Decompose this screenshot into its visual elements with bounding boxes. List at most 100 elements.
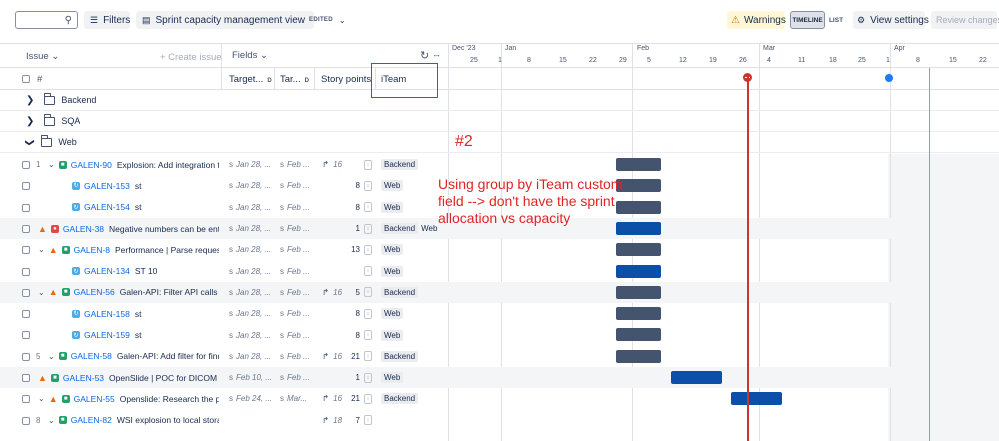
target-start-value[interactable]: s Jan 28, ... (229, 282, 271, 303)
target-start-value[interactable]: s Jan 28, ... (229, 261, 271, 282)
iteam-cell[interactable]: Web (381, 261, 447, 282)
iteam-cell[interactable]: Web (381, 239, 447, 260)
row-checkbox[interactable] (22, 416, 30, 425)
target-start-value[interactable]: s Jan 28, ... (229, 346, 271, 367)
group-row-backend[interactable]: ❯ Backend (0, 90, 999, 112)
target-start-value[interactable]: s Feb 10, ... (229, 367, 271, 388)
chevron-down-icon[interactable]: ⌄ (38, 245, 45, 254)
issue-summary[interactable]: ST 10 (135, 266, 158, 276)
list-toggle[interactable]: LIST (825, 11, 847, 29)
issue-key[interactable]: GALEN-8 (74, 245, 110, 255)
table-row[interactable]: ⌄▲■ GALEN-56 Galen-API: Filter API calls b… (0, 281, 999, 304)
row-checkbox[interactable] (22, 331, 30, 340)
table-row[interactable]: ⌄▲■ GALEN-8 Performance | Parse requests .… (0, 239, 999, 260)
story-points-value[interactable]: 21 (351, 394, 360, 403)
target-end-value[interactable]: s Feb ... (280, 261, 312, 282)
issue-summary[interactable]: Galen-API: Filter API calls bas... (120, 287, 219, 297)
target-end-value[interactable]: s Feb ... (280, 239, 312, 260)
story-points-value[interactable]: 21 (351, 352, 360, 361)
table-row[interactable]: ↻ GALEN-158 st s Jan 28, ... s Feb ... 8 ↕ Web (0, 303, 999, 324)
target-start-value[interactable]: s Jan 28, ... (229, 324, 271, 345)
story-points-cell[interactable]: ↱ 16 5 ↕ (322, 282, 372, 303)
issue-key[interactable]: GALEN-53 (63, 373, 104, 383)
issue-summary[interactable]: st (135, 181, 142, 191)
target-end-value[interactable]: s Mar... (280, 388, 312, 409)
warnings-button[interactable]: ⚠ Warnings (727, 11, 786, 29)
group-row-web[interactable]: ❯ Web (0, 132, 999, 154)
issue-summary[interactable]: OpenSlide | POC for DICOM (109, 373, 217, 383)
story-points-cell[interactable]: 8 ↕ (322, 175, 372, 196)
story-points-value[interactable]: 8 (356, 181, 360, 190)
table-row[interactable]: ▲ ■ GALEN-53 OpenSlide | POC for DICOM s Feb … (0, 367, 999, 389)
timeline-bar[interactable] (616, 243, 661, 257)
iteam-cell[interactable] (381, 410, 447, 431)
target-start-value[interactable]: s Jan 28, ... (229, 218, 271, 239)
target-end-value[interactable] (280, 410, 312, 431)
refresh-icon[interactable]: ↻ (420, 49, 429, 62)
story-points-column-header[interactable]: Story points (321, 74, 371, 85)
target-end-value[interactable]: s Feb ... (280, 367, 312, 388)
stepper-icon[interactable]: ↕ (364, 266, 372, 277)
chevron-down-icon[interactable]: ⌄ (48, 160, 55, 169)
iteam-cell[interactable]: Backend (381, 154, 447, 175)
table-row[interactable]: ↻ GALEN-134 ST 10 s Jan 28, ... s Feb ... ↕ Web (0, 261, 999, 282)
row-checkbox[interactable] (22, 374, 30, 382)
timeline-bar[interactable] (616, 158, 661, 171)
issue-summary[interactable]: Negative numbers can be ent... (109, 224, 219, 234)
story-points-cell[interactable]: 1 ↕ (322, 367, 372, 388)
timeline-bar[interactable] (616, 349, 661, 363)
issue-summary[interactable]: st (135, 309, 142, 319)
expand-fields-icon[interactable]: ↔ (432, 49, 441, 59)
issue-summary[interactable]: Galen-API: Add filter for findi... (117, 351, 219, 361)
row-checkbox[interactable] (22, 395, 30, 404)
row-checkbox[interactable] (22, 352, 30, 361)
timeline-bar[interactable] (671, 371, 722, 384)
view-settings-button[interactable]: ⚙ View settings (853, 11, 929, 29)
row-checkbox[interactable] (22, 267, 30, 276)
issue-key[interactable]: GALEN-154 (84, 202, 130, 212)
target-start-value[interactable]: s Jan 28, ... (229, 197, 271, 218)
iteam-cell[interactable]: Backend (381, 388, 447, 409)
iteam-cell[interactable]: Web (381, 303, 447, 324)
row-checkbox[interactable] (22, 161, 30, 169)
story-points-value[interactable]: 1 (356, 224, 360, 233)
story-points-value[interactable]: 1 (356, 373, 360, 382)
story-points-cell[interactable]: 8 ↕ (322, 197, 372, 218)
stepper-icon[interactable]: ↕ (364, 330, 372, 341)
story-points-cell[interactable]: ↱ 16 21 ↕ (322, 388, 372, 409)
table-row[interactable]: ↻ GALEN-159 st s Jan 28, ... s Feb ... 8 ↕ Web (0, 324, 999, 345)
issue-key[interactable]: GALEN-38 (63, 224, 104, 234)
stepper-icon[interactable]: ↕ (364, 287, 372, 298)
story-points-value[interactable]: 13 (351, 245, 360, 254)
row-checkbox[interactable] (22, 246, 30, 255)
stepper-icon[interactable]: ↕ (364, 202, 372, 213)
timeline-bar[interactable] (616, 264, 661, 278)
issue-key[interactable]: GALEN-58 (71, 351, 112, 361)
issue-key[interactable]: GALEN-55 (74, 394, 115, 404)
target-start-value[interactable]: s Jan 28, ... (229, 175, 271, 196)
chevron-down-icon[interactable]: ⌄ (48, 416, 55, 425)
timeline-bar[interactable] (616, 285, 661, 299)
issue-key[interactable]: GALEN-158 (84, 309, 130, 319)
issue-key[interactable]: GALEN-90 (71, 160, 112, 170)
review-changes-button[interactable]: Review changes (931, 11, 999, 29)
table-row[interactable]: 8 ⌄■ GALEN-82 WSI explosion to local storag… (0, 410, 999, 431)
story-points-cell[interactable]: 8 ↕ (322, 324, 372, 345)
target-end-value[interactable]: s Feb ... (280, 197, 312, 218)
select-all-checkbox[interactable] (22, 75, 30, 83)
story-points-value[interactable]: 7 (356, 416, 360, 425)
stepper-icon[interactable]: ↕ (364, 415, 372, 426)
target-end-value[interactable]: s Feb ... (280, 218, 312, 239)
filters-button[interactable]: ☰ Filters (84, 11, 130, 29)
issue-summary[interactable]: Explosion: Add integration te... (117, 160, 219, 170)
timeline-toggle[interactable]: TIMELINE (790, 11, 825, 29)
stepper-icon[interactable]: ↕ (364, 159, 372, 170)
row-checkbox[interactable] (22, 310, 30, 319)
row-checkbox[interactable] (22, 224, 30, 233)
timeline-bar[interactable] (616, 328, 661, 342)
chevron-down-icon[interactable]: ⌄ (38, 394, 45, 403)
table-row[interactable]: ⌄▲■ GALEN-55 Openslide: Research the publ.… (0, 388, 999, 409)
table-row[interactable]: 5 ⌄ ■ GALEN-58 Galen-API: Add filter for fin… (0, 346, 999, 367)
release-marker-icon[interactable] (885, 74, 893, 82)
target-start-value[interactable]: s Jan 28, ... (229, 239, 271, 260)
